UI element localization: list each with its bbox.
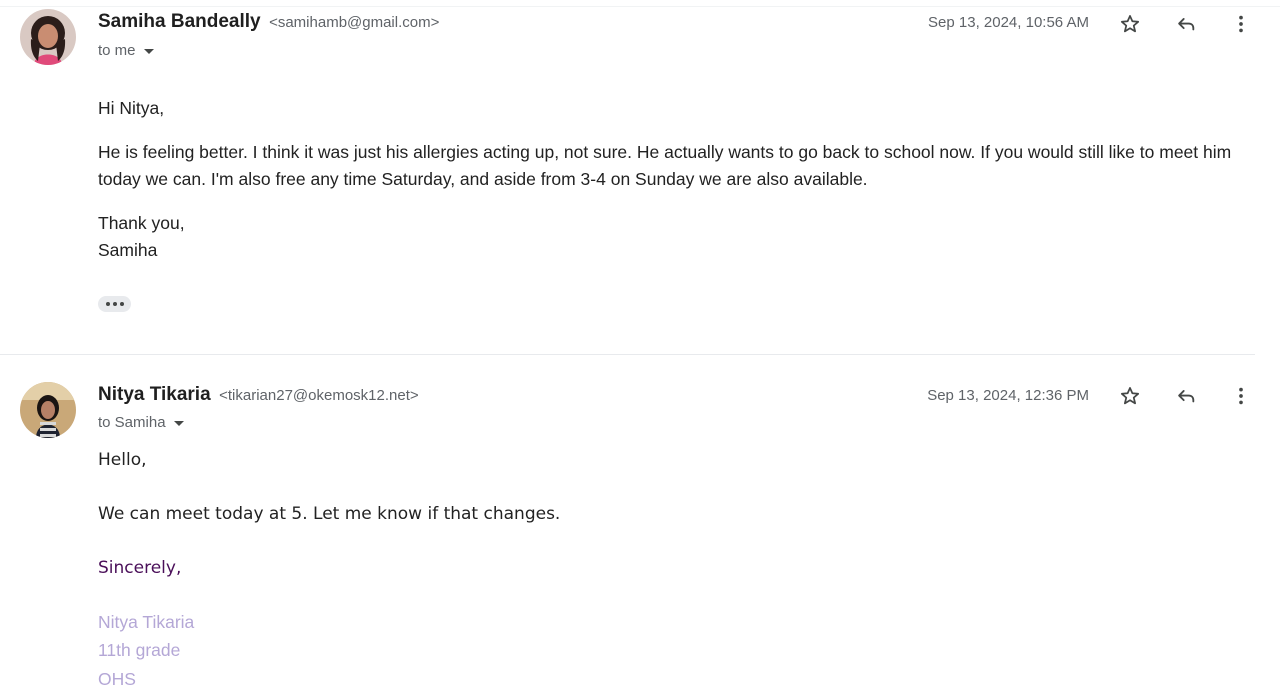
recipient-label: to Samiha [98,414,166,431]
email-message: Samiha Bandeally <samihamb@gmail.com> to… [0,0,1280,354]
greeting: Hi Nitya, [98,98,165,118]
message-body: Hi Nitya, He is feeling better. I think … [98,95,1248,281]
email-message: Nitya Tikaria <tikarian27@okemosk12.net>… [0,372,1280,693]
closing: Thank you, [98,213,185,233]
sender-name[interactable]: Samiha Bandeally [98,11,261,32]
caret-down-icon [173,420,184,426]
star-button[interactable] [1114,380,1146,412]
caret-down-icon [143,48,154,54]
show-trimmed-content-button[interactable] [98,296,131,312]
body-paragraph: We can meet today at 5. Let me know if t… [98,504,561,524]
recipient-details-toggle[interactable]: to Samiha [98,414,184,431]
signature: Samiha [98,240,158,260]
signature-school: OHS [98,669,136,689]
star-icon [1120,387,1140,405]
sender-email[interactable]: <tikarian27@okemosk12.net> [219,387,419,404]
dot [105,302,110,306]
sender-line: Samiha Bandeally <samihamb@gmail.com> [98,11,439,33]
sender-email[interactable]: <samihamb@gmail.com> [269,14,439,31]
signature-grade: 11th grade [98,640,181,660]
recipient-details-toggle[interactable]: to me [98,42,154,59]
sign-off: Thank you, Samiha [98,210,1248,264]
dot [112,302,117,306]
message-divider [0,354,1255,355]
signature-name: Nitya Tikaria [98,612,195,632]
more-vert-icon [1239,387,1243,405]
sender-line: Nitya Tikaria <tikarian27@okemosk12.net> [98,384,419,406]
star-icon [1120,15,1140,33]
avatar[interactable] [20,382,76,438]
dot [119,302,124,306]
reply-icon [1178,390,1195,403]
body-paragraph: He is feeling better. I think it was jus… [98,142,1232,189]
greeting: Hello, [98,450,147,470]
message-timestamp: Sep 13, 2024, 10:56 AM [928,14,1089,31]
reply-button[interactable] [1170,380,1202,412]
sender-name[interactable]: Nitya Tikaria [98,384,211,405]
closing: Sincerely, [98,558,182,578]
reply-icon [1178,18,1195,31]
message-timestamp: Sep 13, 2024, 12:36 PM [927,387,1089,404]
recipient-label: to me [98,42,136,59]
avatar[interactable] [20,9,76,65]
more-options-button[interactable] [1225,8,1257,40]
more-vert-icon [1239,15,1243,33]
star-button[interactable] [1114,8,1146,40]
reply-button[interactable] [1170,8,1202,40]
more-options-button[interactable] [1225,380,1257,412]
